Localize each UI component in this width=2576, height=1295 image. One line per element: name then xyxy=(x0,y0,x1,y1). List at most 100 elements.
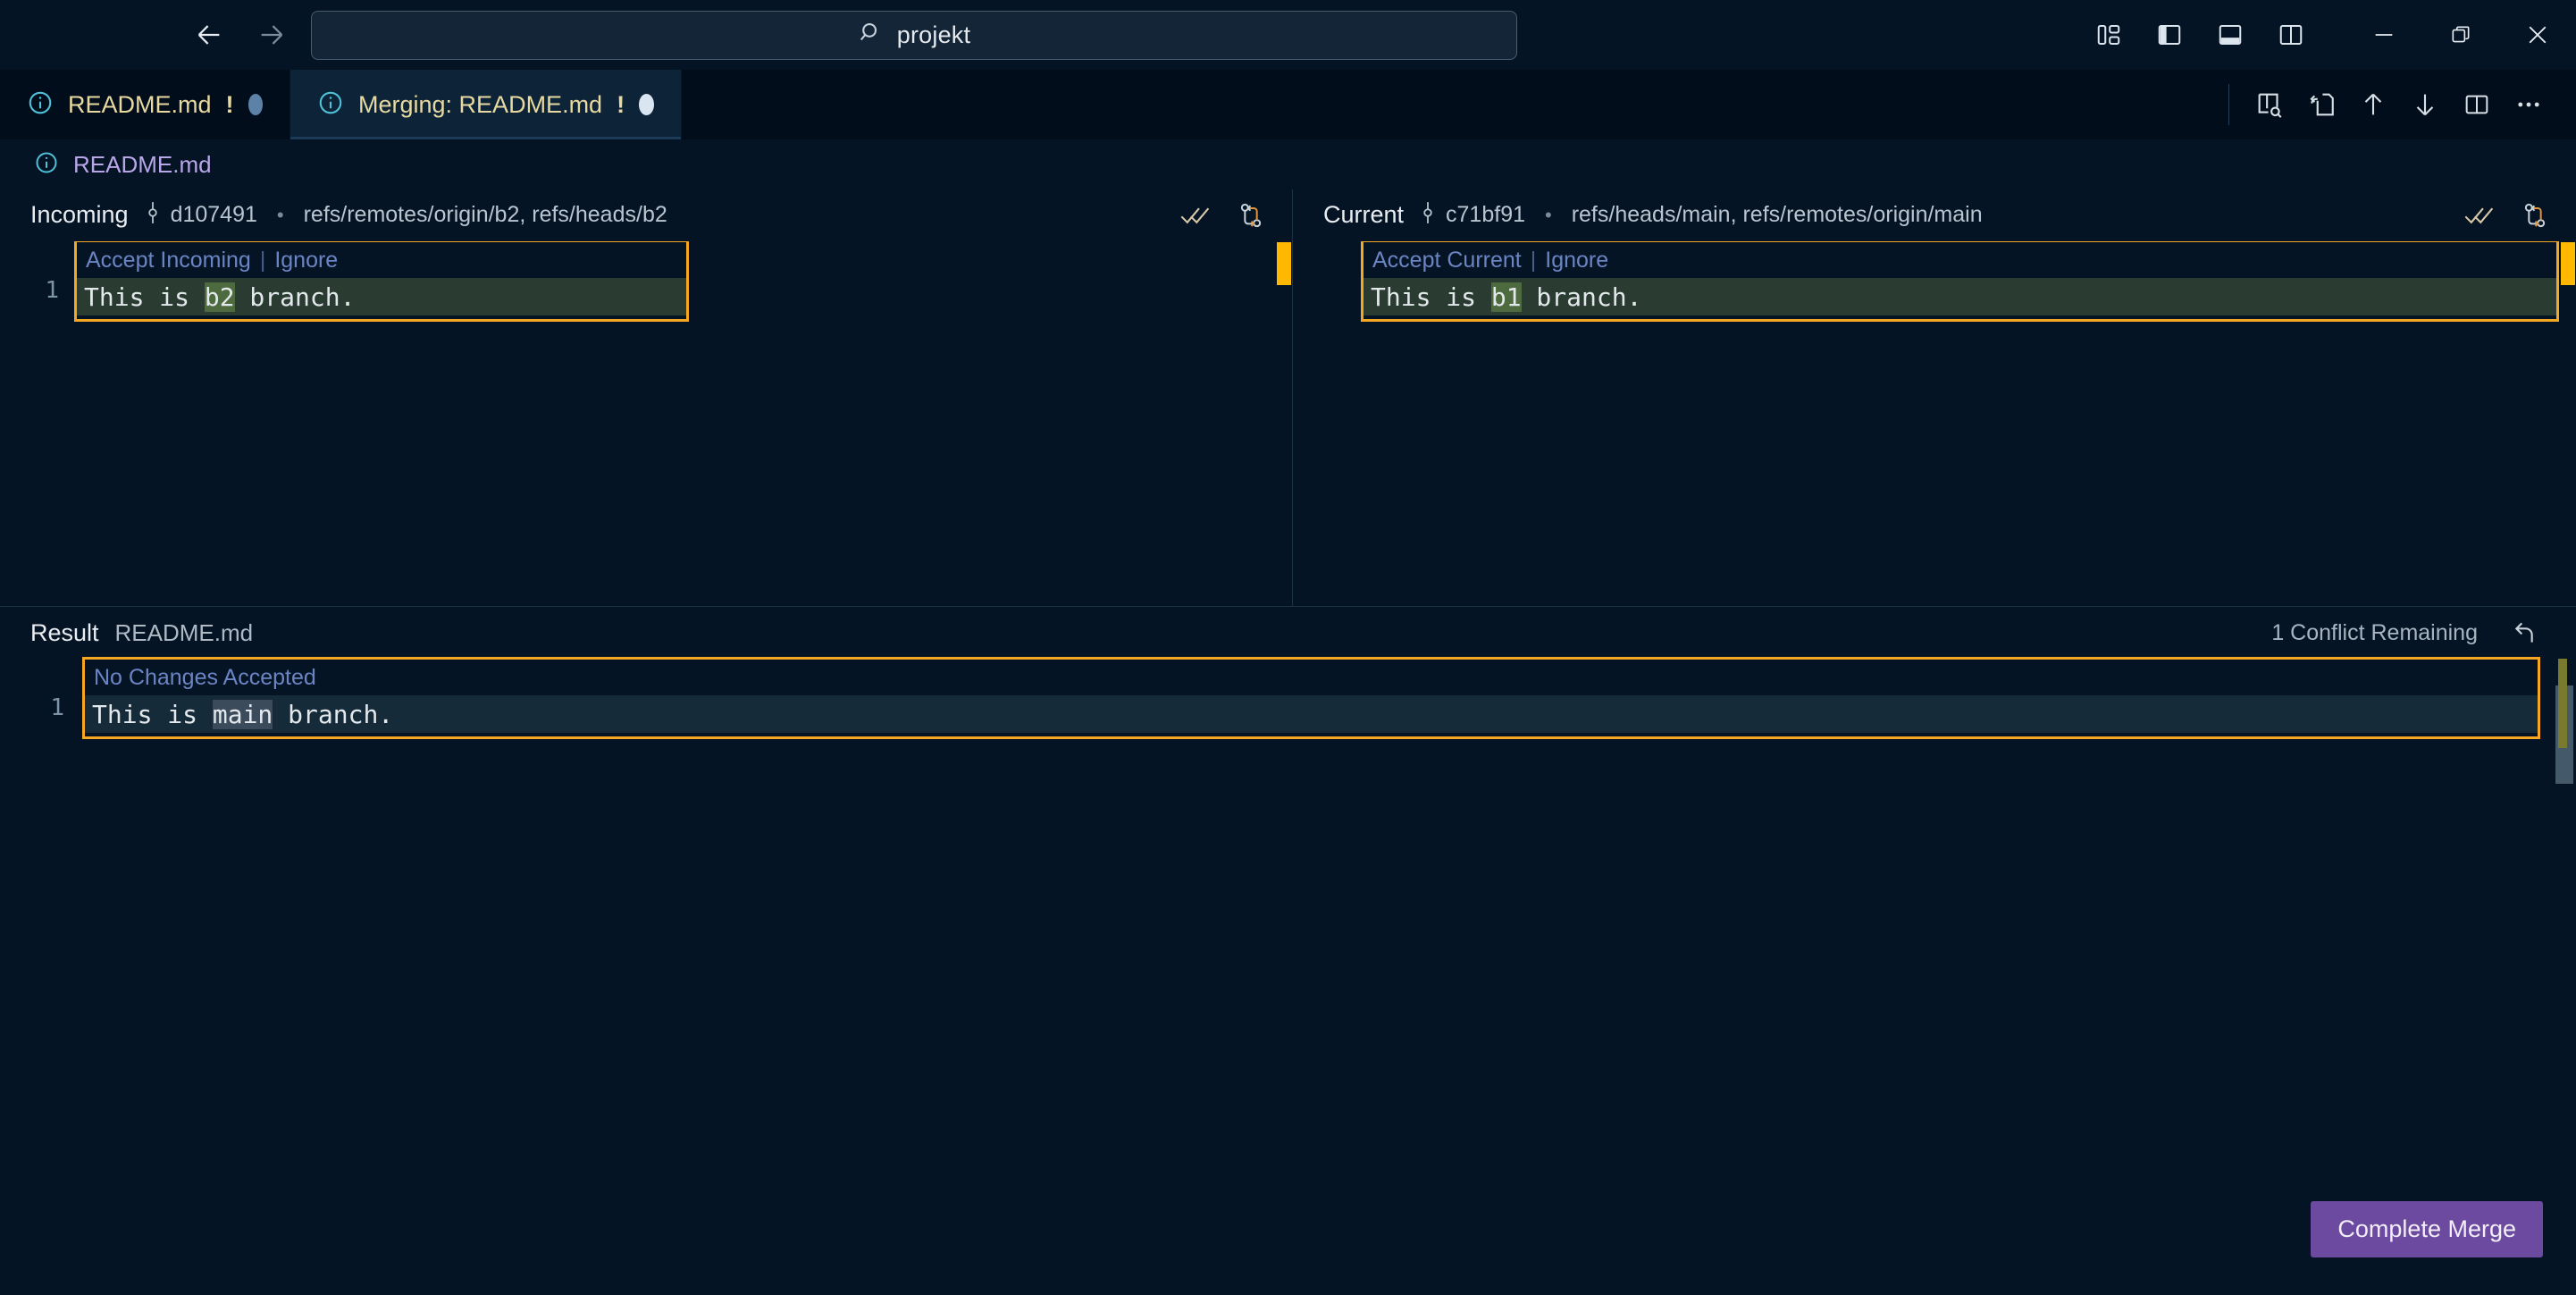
go-to-file-icon[interactable] xyxy=(2295,79,2347,130)
command-center-value: projekt xyxy=(896,21,971,48)
arrow-left-icon[interactable] xyxy=(189,15,229,55)
incoming-header-actions xyxy=(1174,189,1272,241)
current-commit: c71bf91 xyxy=(1418,201,1525,229)
code-text-suffix: branch. xyxy=(273,699,394,729)
code-text-prefix: This is xyxy=(92,699,213,729)
incoming-code-line[interactable]: This is b2 branch. xyxy=(77,278,686,315)
accept-all-current-icon[interactable] xyxy=(2458,194,2501,237)
info-icon xyxy=(27,89,54,121)
incoming-commit-hash: d107491 xyxy=(170,202,257,227)
incoming-conflict-block: Accept Incoming | Ignore This is b2 bran… xyxy=(74,241,689,322)
complete-merge-button[interactable]: Complete Merge xyxy=(2311,1201,2543,1257)
close-button[interactable] xyxy=(2499,0,2576,70)
current-refs: refs/heads/main, refs/remotes/origin/mai… xyxy=(1571,202,1983,227)
command-center[interactable]: projekt xyxy=(311,11,1517,60)
restore-button[interactable] xyxy=(2422,0,2499,70)
info-icon xyxy=(34,150,59,180)
incoming-code-area[interactable]: 1 Accept Incoming | Ignore This is b2 br… xyxy=(0,241,1292,606)
result-code-line[interactable]: This is main branch. xyxy=(85,695,2538,733)
incoming-refs: refs/remotes/origin/b2, refs/heads/b2 xyxy=(303,202,667,227)
incoming-code-lens: Accept Incoming | Ignore xyxy=(77,242,686,278)
result-scrollbar[interactable] xyxy=(2553,659,2576,1295)
code-text-suffix: branch. xyxy=(1521,282,1642,312)
result-file-name: README.md xyxy=(114,618,254,646)
current-separator: • xyxy=(1545,203,1552,226)
code-text-prefix: This is xyxy=(1371,282,1491,312)
breadcrumb: README.md xyxy=(0,139,2576,189)
tab-label: Merging: README.md xyxy=(358,90,603,118)
ignore-incoming-action[interactable]: Ignore xyxy=(274,248,338,273)
result-line-number: 1 xyxy=(50,694,64,721)
actions-divider xyxy=(2228,84,2229,125)
current-commit-hash: c71bf91 xyxy=(1446,202,1525,227)
editor-actions xyxy=(2228,70,2576,139)
vscode-window: projekt README.md ! Merging: README.md !… xyxy=(0,0,2576,1295)
info-icon xyxy=(317,89,344,121)
result-header: Result README.md 1 Conflict Remaining xyxy=(0,607,2576,659)
merge-editor: Incoming d107491 • refs/remotes/origin/b… xyxy=(0,189,2576,1295)
tab-dirty-indicator[interactable] xyxy=(248,94,263,115)
current-overview-ruler-marker xyxy=(2561,242,2575,285)
customize-layout-icon[interactable] xyxy=(2090,16,2127,54)
current-header-actions xyxy=(2458,189,2556,241)
conflict-count-label: 1 Conflict Remaining xyxy=(2271,619,2478,645)
tab-readme[interactable]: README.md ! xyxy=(0,70,290,139)
arrow-right-icon[interactable] xyxy=(252,15,291,55)
merge-input-panes: Incoming d107491 • refs/remotes/origin/b… xyxy=(0,189,2576,606)
incoming-line-number: 1 xyxy=(45,277,59,304)
git-commit-icon xyxy=(1418,201,1438,229)
tab-merging-readme[interactable]: Merging: README.md ! xyxy=(290,70,682,139)
result-code-lens: No Changes Accepted xyxy=(85,660,2538,695)
incoming-separator: • xyxy=(276,203,284,226)
incoming-pane: Incoming d107491 • refs/remotes/origin/b… xyxy=(0,189,1293,606)
tab-bar: README.md ! Merging: README.md ! xyxy=(0,70,2576,139)
open-changes-icon[interactable] xyxy=(2244,79,2295,130)
result-header-actions: 1 Conflict Remaining xyxy=(2271,607,2546,659)
compare-with-base-icon[interactable] xyxy=(2513,194,2556,237)
no-changes-accepted-label[interactable]: No Changes Accepted xyxy=(94,665,316,691)
current-code-line[interactable]: This is b1 branch. xyxy=(1364,278,2556,315)
navigation-buttons xyxy=(189,15,291,55)
reset-icon[interactable] xyxy=(2503,611,2546,654)
accept-current-action[interactable]: Accept Current xyxy=(1372,248,1522,273)
code-text-prefix: This is xyxy=(84,282,205,312)
result-title: Result xyxy=(30,618,99,646)
accept-all-incoming-icon[interactable] xyxy=(1174,194,1217,237)
result-code-area[interactable]: 1 No Changes Accepted This is main branc… xyxy=(0,657,2576,1295)
tab-label: README.md xyxy=(68,90,212,118)
current-conflict-block: Accept Current | Ignore This is b1 branc… xyxy=(1361,241,2559,322)
layout-actions xyxy=(2090,16,2310,54)
title-bar: projekt xyxy=(0,0,2576,70)
tab-warning-marker: ! xyxy=(225,90,234,118)
toggle-secondary-sidebar-icon[interactable] xyxy=(2272,16,2310,54)
git-commit-icon xyxy=(143,201,163,229)
previous-conflict-icon[interactable] xyxy=(2347,79,2399,130)
lens-pipe: | xyxy=(259,247,266,273)
search-icon xyxy=(858,20,885,51)
ignore-current-action[interactable]: Ignore xyxy=(1545,248,1608,273)
lens-pipe: | xyxy=(1530,247,1537,273)
code-text-suffix: branch. xyxy=(234,282,356,312)
code-text-highlight: b2 xyxy=(204,282,235,312)
accept-incoming-action[interactable]: Accept Incoming xyxy=(86,248,251,273)
minimize-button[interactable] xyxy=(2345,0,2422,70)
window-controls-group xyxy=(2090,0,2576,70)
incoming-title: Incoming xyxy=(30,201,129,228)
incoming-header: Incoming d107491 • refs/remotes/origin/b… xyxy=(0,189,1292,241)
current-title: Current xyxy=(1323,201,1405,228)
toggle-panel-icon[interactable] xyxy=(2211,16,2249,54)
tab-warning-marker: ! xyxy=(617,90,625,118)
code-text-highlight: main xyxy=(212,699,273,729)
incoming-overview-ruler-marker xyxy=(1277,242,1291,285)
current-code-area[interactable]: 1 Accept Current | Ignore This is b1 bra… xyxy=(1293,241,2576,606)
breadcrumb-item-file[interactable]: README.md xyxy=(73,151,212,179)
toggle-primary-sidebar-icon[interactable] xyxy=(2151,16,2188,54)
tab-dirty-indicator[interactable] xyxy=(639,94,654,115)
more-actions-icon[interactable] xyxy=(2503,79,2555,130)
current-code-lens: Accept Current | Ignore xyxy=(1364,242,2556,278)
next-conflict-icon[interactable] xyxy=(2399,79,2451,130)
compare-with-base-icon[interactable] xyxy=(1229,194,1272,237)
current-header: Current c71bf91 • refs/heads/main, refs/… xyxy=(1293,189,2576,241)
split-editor-icon[interactable] xyxy=(2451,79,2503,130)
result-pane: Result README.md 1 Conflict Remaining 1 … xyxy=(0,606,2576,1295)
